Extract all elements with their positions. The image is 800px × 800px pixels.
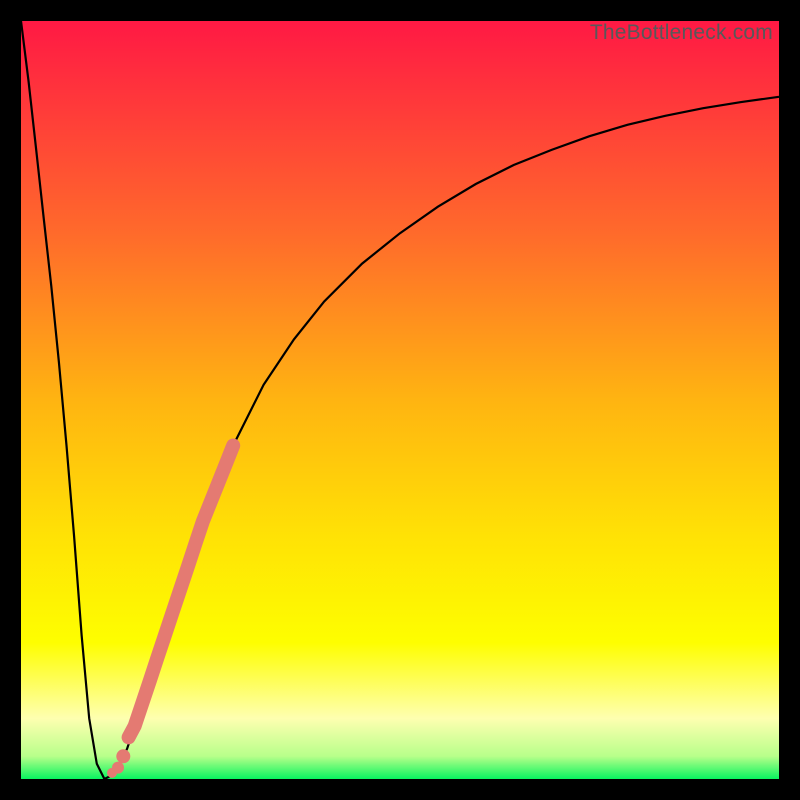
watermark-text: TheBottleneck.com [590, 21, 773, 45]
chart-frame: TheBottleneck.com [0, 0, 800, 800]
plot-area: TheBottleneck.com [21, 21, 779, 779]
chart-svg [21, 21, 779, 779]
gradient-bg [21, 21, 779, 779]
